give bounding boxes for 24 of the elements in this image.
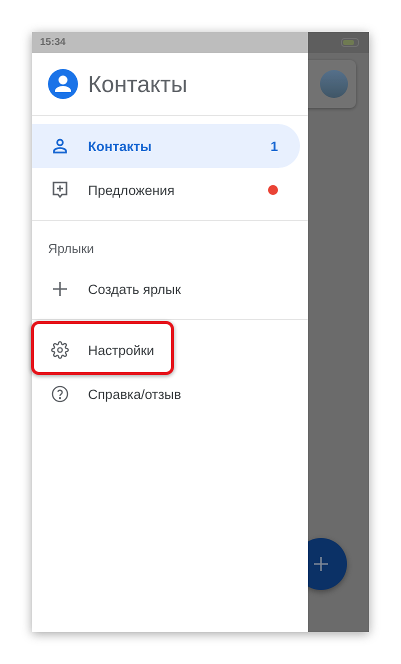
settings-icon xyxy=(51,341,69,359)
item-count: 1 xyxy=(270,138,278,154)
drawer-item-label: Предложения xyxy=(88,182,176,198)
status-time: 15:34 xyxy=(40,37,66,48)
suggestion-icon xyxy=(52,181,68,199)
drawer-item-label: Создать ярлык xyxy=(88,282,182,296)
plus-icon xyxy=(53,282,67,296)
person-icon xyxy=(52,138,68,154)
battery-icon xyxy=(341,38,361,47)
help-icon xyxy=(51,385,69,403)
drawer-item[interactable]: Контакты 1 xyxy=(32,124,300,168)
app-title: Контакты xyxy=(88,70,188,98)
plus-icon xyxy=(314,557,328,571)
avatar xyxy=(320,70,348,98)
drawer-item[interactable]: Создать ярлык xyxy=(32,267,300,311)
drawer-item-label: Настройки xyxy=(88,342,156,358)
drawer-item-label: Контакты xyxy=(88,138,153,154)
drawer-item[interactable]: Предложения xyxy=(32,168,300,212)
drawer-item[interactable]: Справка/отзыв xyxy=(32,372,300,416)
drawer-item-label: Справка/отзыв xyxy=(88,386,182,402)
add-button[interactable] xyxy=(308,538,347,590)
drawer-item[interactable]: Настройки xyxy=(32,328,300,372)
contacts-logo-icon xyxy=(48,69,78,99)
section-heading: Ярлыки xyxy=(48,240,94,256)
